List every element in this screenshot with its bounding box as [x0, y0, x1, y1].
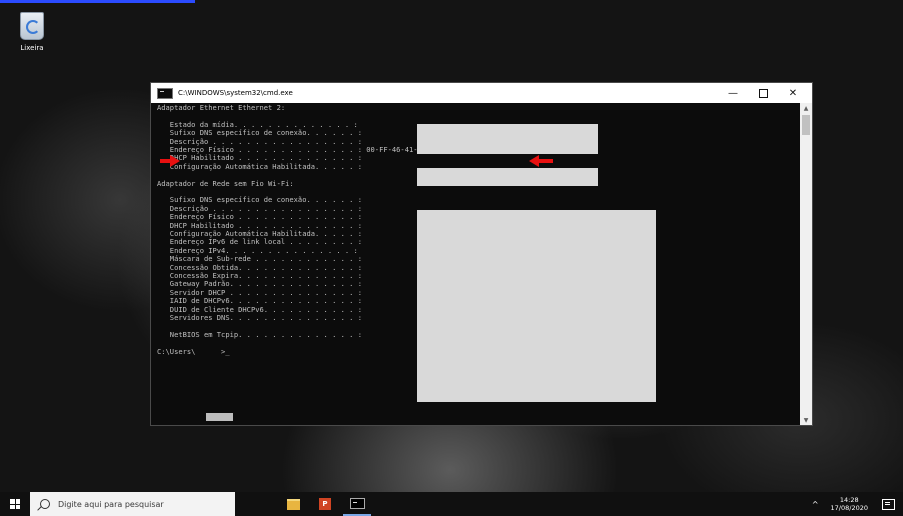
- clock-time: 14:28: [839, 496, 859, 504]
- scrollbar-thumb[interactable]: [802, 115, 810, 135]
- maximize-button[interactable]: [748, 83, 778, 103]
- search-icon: [40, 499, 50, 509]
- recycle-bin-shortcut[interactable]: Lixeira: [12, 12, 52, 52]
- clock-date: 17/08/2020: [830, 504, 868, 512]
- cmd-window[interactable]: C:\WINDOWS\system32\cmd.exe — ✕ Adaptado…: [150, 82, 813, 426]
- red-arrow-right-icon: [160, 155, 180, 167]
- close-button[interactable]: ✕: [778, 83, 808, 103]
- search-placeholder: Digite aqui para pesquisar: [58, 499, 164, 509]
- top-link-bar: [0, 0, 195, 3]
- start-button[interactable]: [0, 492, 30, 516]
- maximize-icon: [758, 88, 768, 98]
- console-line: C:\Users\ >_: [157, 346, 230, 356]
- powerpoint-icon: P: [319, 498, 331, 510]
- minimize-button[interactable]: —: [718, 83, 748, 103]
- console-line: Adaptador Ethernet Ethernet 2:: [157, 103, 286, 112]
- taskbar-search[interactable]: Digite aqui para pesquisar: [30, 492, 235, 516]
- window-titlebar[interactable]: C:\WINDOWS\system32\cmd.exe — ✕: [151, 83, 812, 103]
- window-title: C:\WINDOWS\system32\cmd.exe: [178, 89, 293, 97]
- recycle-bin-label: Lixeira: [20, 44, 44, 52]
- red-arrow-left-icon: [529, 155, 553, 167]
- console-line: Adaptador de Rede sem Fio Wi-Fi:: [157, 178, 294, 188]
- windows-logo-icon: [10, 499, 20, 509]
- scroll-up-arrow-icon[interactable]: ▲: [800, 103, 812, 113]
- system-tray: ^ 14:28 17/08/2020: [812, 492, 903, 516]
- redacted-area: [417, 168, 598, 186]
- console-line: NetBIOS em Tcpip. . . . . . . . . . . . …: [157, 329, 362, 339]
- console-scrollbar[interactable]: ▲ ▼: [800, 103, 812, 425]
- redacted-area: [417, 210, 656, 402]
- scroll-down-arrow-icon[interactable]: ▼: [800, 415, 812, 425]
- clock[interactable]: 14:28 17/08/2020: [831, 496, 868, 512]
- redacted-username: [206, 413, 233, 421]
- console-line: Servidores DNS. . . . . . . . . . . . . …: [157, 313, 362, 322]
- redacted-area: [417, 124, 598, 154]
- cmd-icon: [349, 497, 365, 509]
- taskbar: Digite aqui para pesquisar P ^ 14:28 17/…: [0, 492, 903, 516]
- desktop: Lixeira C:\WINDOWS\system32\cmd.exe — ✕ …: [0, 0, 903, 492]
- taskbar-cmd[interactable]: [343, 492, 371, 516]
- taskbar-file-explorer[interactable]: [279, 492, 307, 516]
- cmd-app-icon: [157, 87, 173, 99]
- recycle-bin-icon: [20, 12, 44, 40]
- taskbar-powerpoint[interactable]: P: [311, 492, 339, 516]
- console-line: Configuração Automática Habilitada. . . …: [157, 161, 362, 171]
- notification-icon[interactable]: [882, 498, 895, 510]
- chevron-up-icon[interactable]: ^: [812, 500, 819, 509]
- folder-icon: [286, 498, 300, 510]
